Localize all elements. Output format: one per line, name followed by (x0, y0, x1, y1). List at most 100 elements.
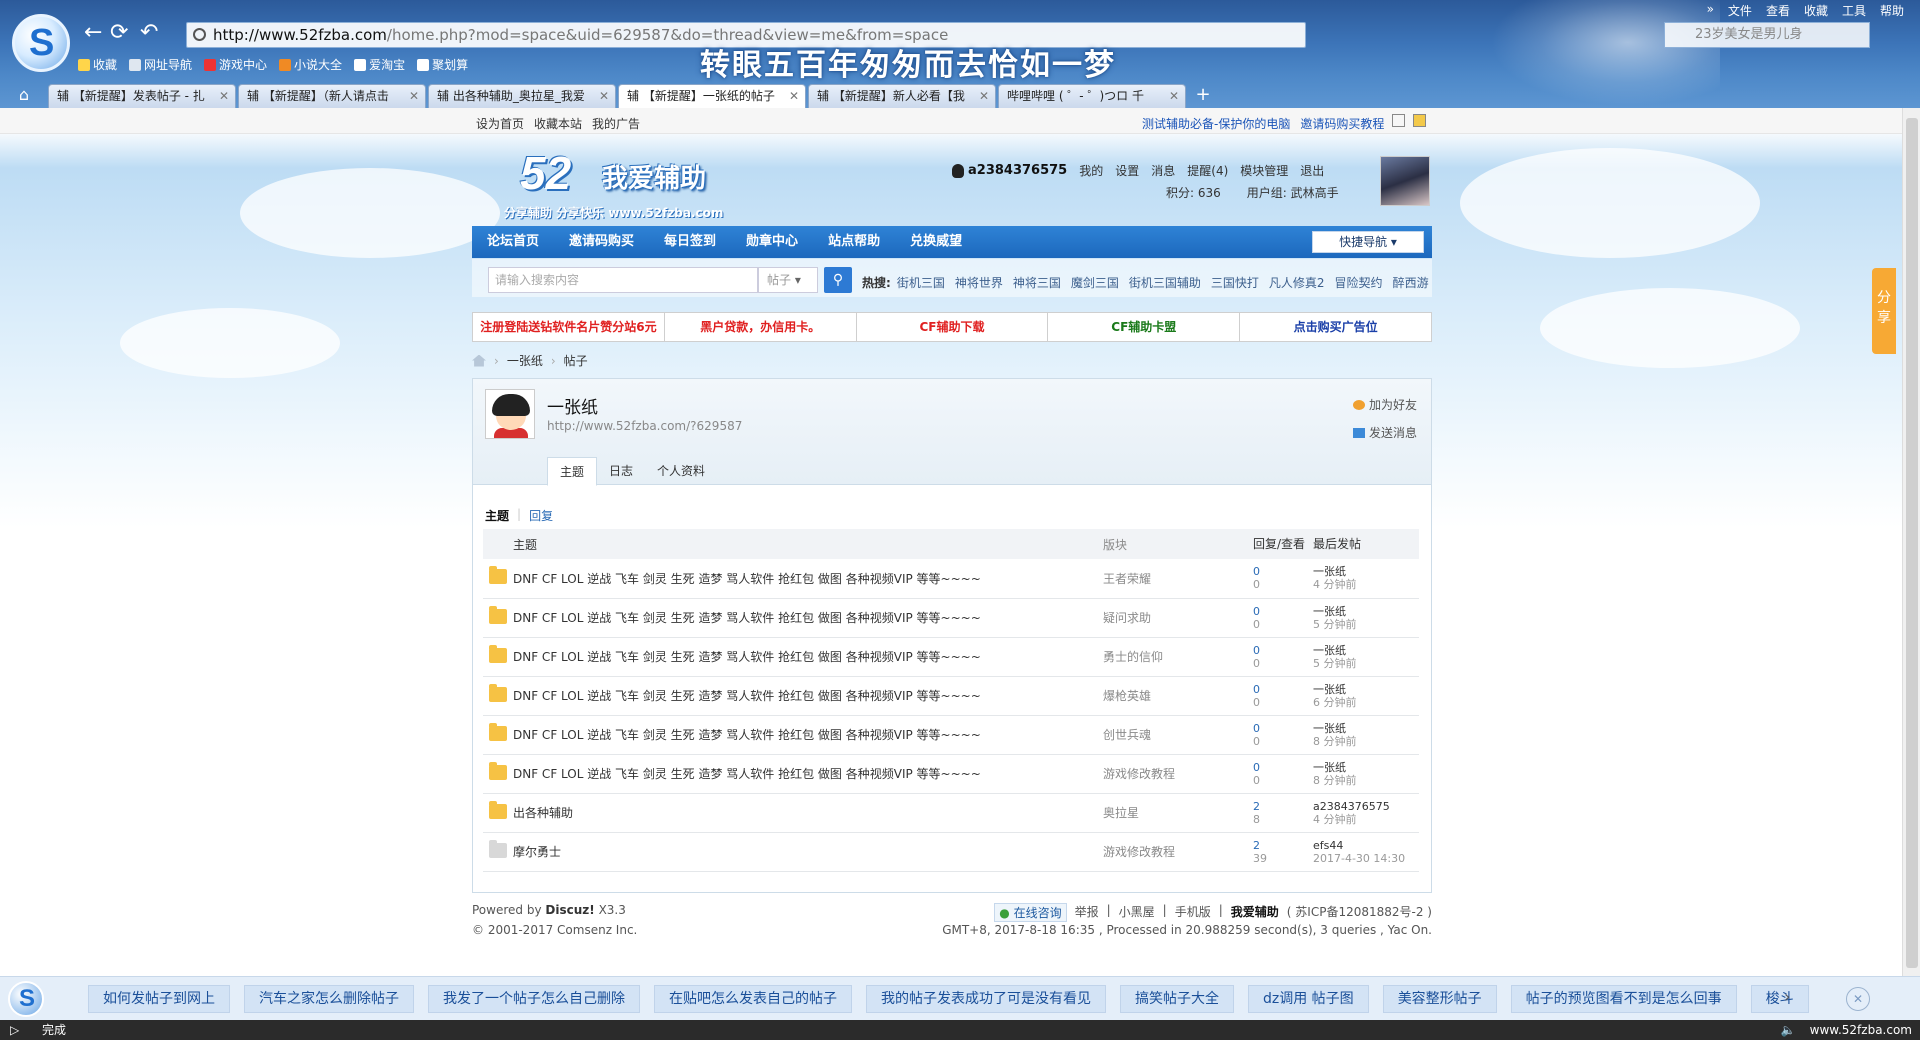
thread-forum[interactable]: 勇士的信仰 (1103, 650, 1163, 664)
filter-replies[interactable]: 回复 (529, 507, 553, 524)
suggestion-item[interactable]: 搞笑帖子大全 (1120, 985, 1234, 1013)
my-menu[interactable]: 我的 (1079, 162, 1103, 179)
suggestion-item[interactable]: 汽车之家怎么删除帖子 (244, 985, 414, 1013)
thread-forum[interactable]: 游戏修改教程 (1103, 845, 1175, 859)
nav-medals[interactable]: 勋章中心 (731, 226, 813, 258)
thread-title[interactable]: 摩尔勇士 (513, 845, 561, 859)
close-icon[interactable]: ✕ (599, 85, 609, 107)
blacklist-link[interactable]: 小黑屋 (1119, 903, 1155, 922)
menu-help[interactable]: 帮助 (1880, 2, 1904, 19)
bookmark-item[interactable]: 聚划算 (417, 56, 468, 73)
settings-link[interactable]: 设置 (1115, 162, 1139, 179)
set-homepage-link[interactable]: 设为首页 (476, 115, 524, 132)
thread-forum[interactable]: 爆枪英雄 (1103, 689, 1151, 703)
menu-view[interactable]: 查看 (1766, 2, 1790, 19)
bookmark-item[interactable]: 小说大全 (279, 56, 342, 73)
thread-title[interactable]: DNF CF LOL 逆战 飞车 剑灵 生死 造梦 骂人软件 抢红包 做图 各种… (513, 650, 981, 664)
bookmark-item[interactable]: 游戏中心 (204, 56, 267, 73)
thread-title[interactable]: DNF CF LOL 逆战 飞车 剑灵 生死 造梦 骂人软件 抢红包 做图 各种… (513, 611, 981, 625)
close-icon[interactable]: ✕ (219, 85, 229, 107)
thread-forum[interactable]: 创世兵魂 (1103, 728, 1151, 742)
thread-forum[interactable]: 疑问求助 (1103, 611, 1151, 625)
hot-search-link[interactable]: 神将世界 (955, 274, 1003, 291)
hot-search-link[interactable]: 街机三国 (897, 274, 945, 291)
quick-nav-button[interactable]: 快捷导航 ▾ (1312, 231, 1424, 253)
thread-title[interactable]: DNF CF LOL 逆战 飞车 剑灵 生死 造梦 骂人软件 抢红包 做图 各种… (513, 572, 981, 586)
tab-threads[interactable]: 主题 (547, 457, 598, 486)
security-link[interactable]: 测试辅助必备-保护你的电脑 (1142, 115, 1290, 132)
hot-search-link[interactable]: 冒险契约 (1335, 274, 1383, 291)
nav-exchange[interactable]: 兑换威望 (895, 226, 977, 258)
ad-link[interactable]: 黑户贷款，办信用卡。 (665, 313, 857, 341)
skin-icon[interactable] (1413, 114, 1426, 127)
profile-name[interactable]: 一张纸 (547, 393, 598, 418)
bookmark-site-link[interactable]: 收藏本站 (534, 115, 582, 132)
last-post-author[interactable]: a2384376575 (1313, 800, 1419, 813)
hot-search-link[interactable]: 醉西游 (1393, 274, 1429, 291)
refresh-icon[interactable]: ⟳ (110, 22, 128, 44)
suggestion-item[interactable]: 帖子的预览图看不到是怎么回事 (1510, 985, 1737, 1013)
icp-link[interactable]: ( 苏ICP备12081882号-2 ) (1287, 903, 1432, 922)
my-ads-link[interactable]: 我的广告 (592, 115, 640, 132)
hot-search-link[interactable]: 凡人修真2 (1269, 274, 1325, 291)
close-icon[interactable]: ✕ (979, 85, 989, 107)
last-post-author[interactable]: 一张纸 (1313, 644, 1419, 657)
browser-tab[interactable]: 辅 【新提醒】（新人请点击 ✕ (238, 84, 426, 108)
suggestion-item[interactable]: 美容整形帖子 (1382, 985, 1497, 1013)
breadcrumb-posts[interactable]: 帖子 (564, 352, 588, 369)
last-post-author[interactable]: 一张纸 (1313, 761, 1419, 774)
ad-link[interactable]: 点击购买广告位 (1240, 313, 1431, 341)
undo-icon[interactable]: ↶ (140, 22, 158, 44)
browser-tab[interactable]: 辅 出各种辅助_奥拉星_我爱 ✕ (428, 84, 616, 108)
new-tab-button[interactable]: + (1188, 84, 1218, 108)
volume-icon[interactable]: 🔈 (1781, 1020, 1796, 1040)
close-icon[interactable]: ✕ (1169, 85, 1179, 107)
thread-forum[interactable]: 游戏修改教程 (1103, 767, 1175, 781)
module-manage-link[interactable]: 模块管理 (1240, 162, 1288, 179)
browser-tab[interactable]: 哔哩哔哩 ( ゜- ゜)つロ 千 ✕ (998, 84, 1186, 108)
hot-search-link[interactable]: 街机三国辅助 (1129, 274, 1201, 291)
bookmark-item[interactable]: 网址导航 (129, 56, 192, 73)
browser-tab-active[interactable]: 辅 【新提醒】一张纸的帖子 ✕ (618, 84, 806, 108)
avatar[interactable] (1380, 156, 1430, 206)
thread-forum[interactable]: 奥拉星 (1103, 806, 1139, 820)
browser-search-input[interactable]: 23岁美女是男儿身 (1664, 22, 1870, 48)
nav-home[interactable]: 论坛首页 (472, 226, 554, 258)
home-icon[interactable] (472, 354, 486, 367)
vertical-scrollbar[interactable] (1902, 108, 1920, 976)
site-name-link[interactable]: 我爱辅助 (1231, 903, 1279, 922)
thread-forum[interactable]: 王者荣耀 (1103, 572, 1151, 586)
thread-title[interactable]: DNF CF LOL 逆战 飞车 剑灵 生死 造梦 骂人软件 抢红包 做图 各种… (513, 689, 981, 703)
browser-logo[interactable]: S (12, 14, 70, 72)
messages-link[interactable]: 消息 (1151, 162, 1175, 179)
chevron-right-icon[interactable]: › (1784, 987, 1790, 1006)
send-message-button[interactable]: 发送消息 (1352, 419, 1417, 447)
thread-title[interactable]: DNF CF LOL 逆战 飞车 剑灵 生死 造梦 骂人软件 抢红包 做图 各种… (513, 767, 981, 781)
ad-link[interactable]: CF辅助卡盟 (1048, 313, 1241, 341)
home-icon[interactable]: ⌂ (0, 84, 48, 108)
last-post-author[interactable]: 一张纸 (1313, 722, 1419, 735)
report-link[interactable]: 举报 (1075, 903, 1099, 922)
powered-name[interactable]: Discuz! (545, 903, 594, 917)
search-type-select[interactable]: 帖子 ▾ (758, 267, 818, 293)
back-icon[interactable]: ← (84, 22, 102, 44)
last-post-author[interactable]: 一张纸 (1313, 683, 1419, 696)
browser-tab[interactable]: 辅 【新提醒】新人必看【我 ✕ (808, 84, 996, 108)
tab-profile[interactable]: 个人资料 (645, 457, 717, 486)
suggestion-item[interactable]: 梭斗 (1750, 985, 1809, 1013)
close-icon[interactable]: ✕ (1846, 987, 1870, 1011)
tab-blog[interactable]: 日志 (597, 457, 645, 486)
last-post-author[interactable]: efs44 (1313, 839, 1419, 852)
suggestion-item[interactable]: 我的帖子发表成功了可是没有看见 (866, 985, 1106, 1013)
hot-search-link[interactable]: 三国快打 (1211, 274, 1259, 291)
nav-help[interactable]: 站点帮助 (813, 226, 895, 258)
profile-avatar[interactable] (485, 389, 535, 439)
search-input[interactable]: 请输入搜索内容 (488, 267, 758, 293)
play-icon[interactable]: ▷ (10, 1020, 19, 1040)
suggestion-item[interactable]: dz调用 帖子图 (1248, 985, 1369, 1013)
suggestion-item[interactable]: 我发了一个帖子怎么自己删除 (428, 985, 640, 1013)
last-post-author[interactable]: 一张纸 (1313, 565, 1419, 578)
fullscreen-icon[interactable] (1392, 114, 1405, 127)
points-label[interactable]: 积分: 636 (1166, 184, 1221, 201)
filter-threads[interactable]: 主题 (485, 507, 509, 524)
